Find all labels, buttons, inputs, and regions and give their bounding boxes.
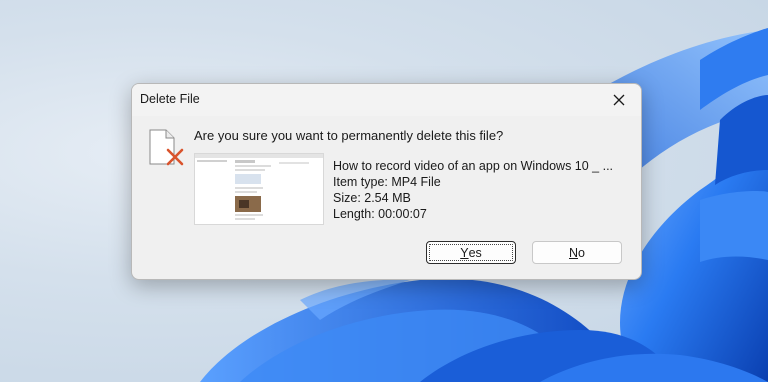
yes-button[interactable]: Yes [426, 241, 516, 264]
dialog-title: Delete File [140, 92, 200, 106]
close-icon [613, 94, 625, 106]
file-length: Length: 00:00:07 [333, 207, 427, 221]
confirm-question: Are you sure you want to permanently del… [194, 128, 504, 143]
no-accesskey: N [569, 245, 579, 260]
delete-file-dialog: Delete File Are you sure you want to per… [131, 83, 642, 280]
no-label: o [578, 245, 585, 260]
yes-accesskey: Y [460, 245, 469, 260]
no-button[interactable]: No [532, 241, 622, 264]
file-type: Item type: MP4 File [333, 175, 441, 189]
file-name: How to record video of an app on Windows… [333, 159, 614, 173]
close-button[interactable] [597, 84, 641, 116]
yes-label: es [468, 245, 482, 260]
video-thumbnail [194, 153, 324, 225]
file-size: Size: 2.54 MB [333, 191, 411, 205]
file-delete-icon [149, 129, 184, 166]
dialog-titlebar[interactable]: Delete File [132, 84, 641, 116]
file-details: How to record video of an app on Windows… [333, 158, 613, 222]
